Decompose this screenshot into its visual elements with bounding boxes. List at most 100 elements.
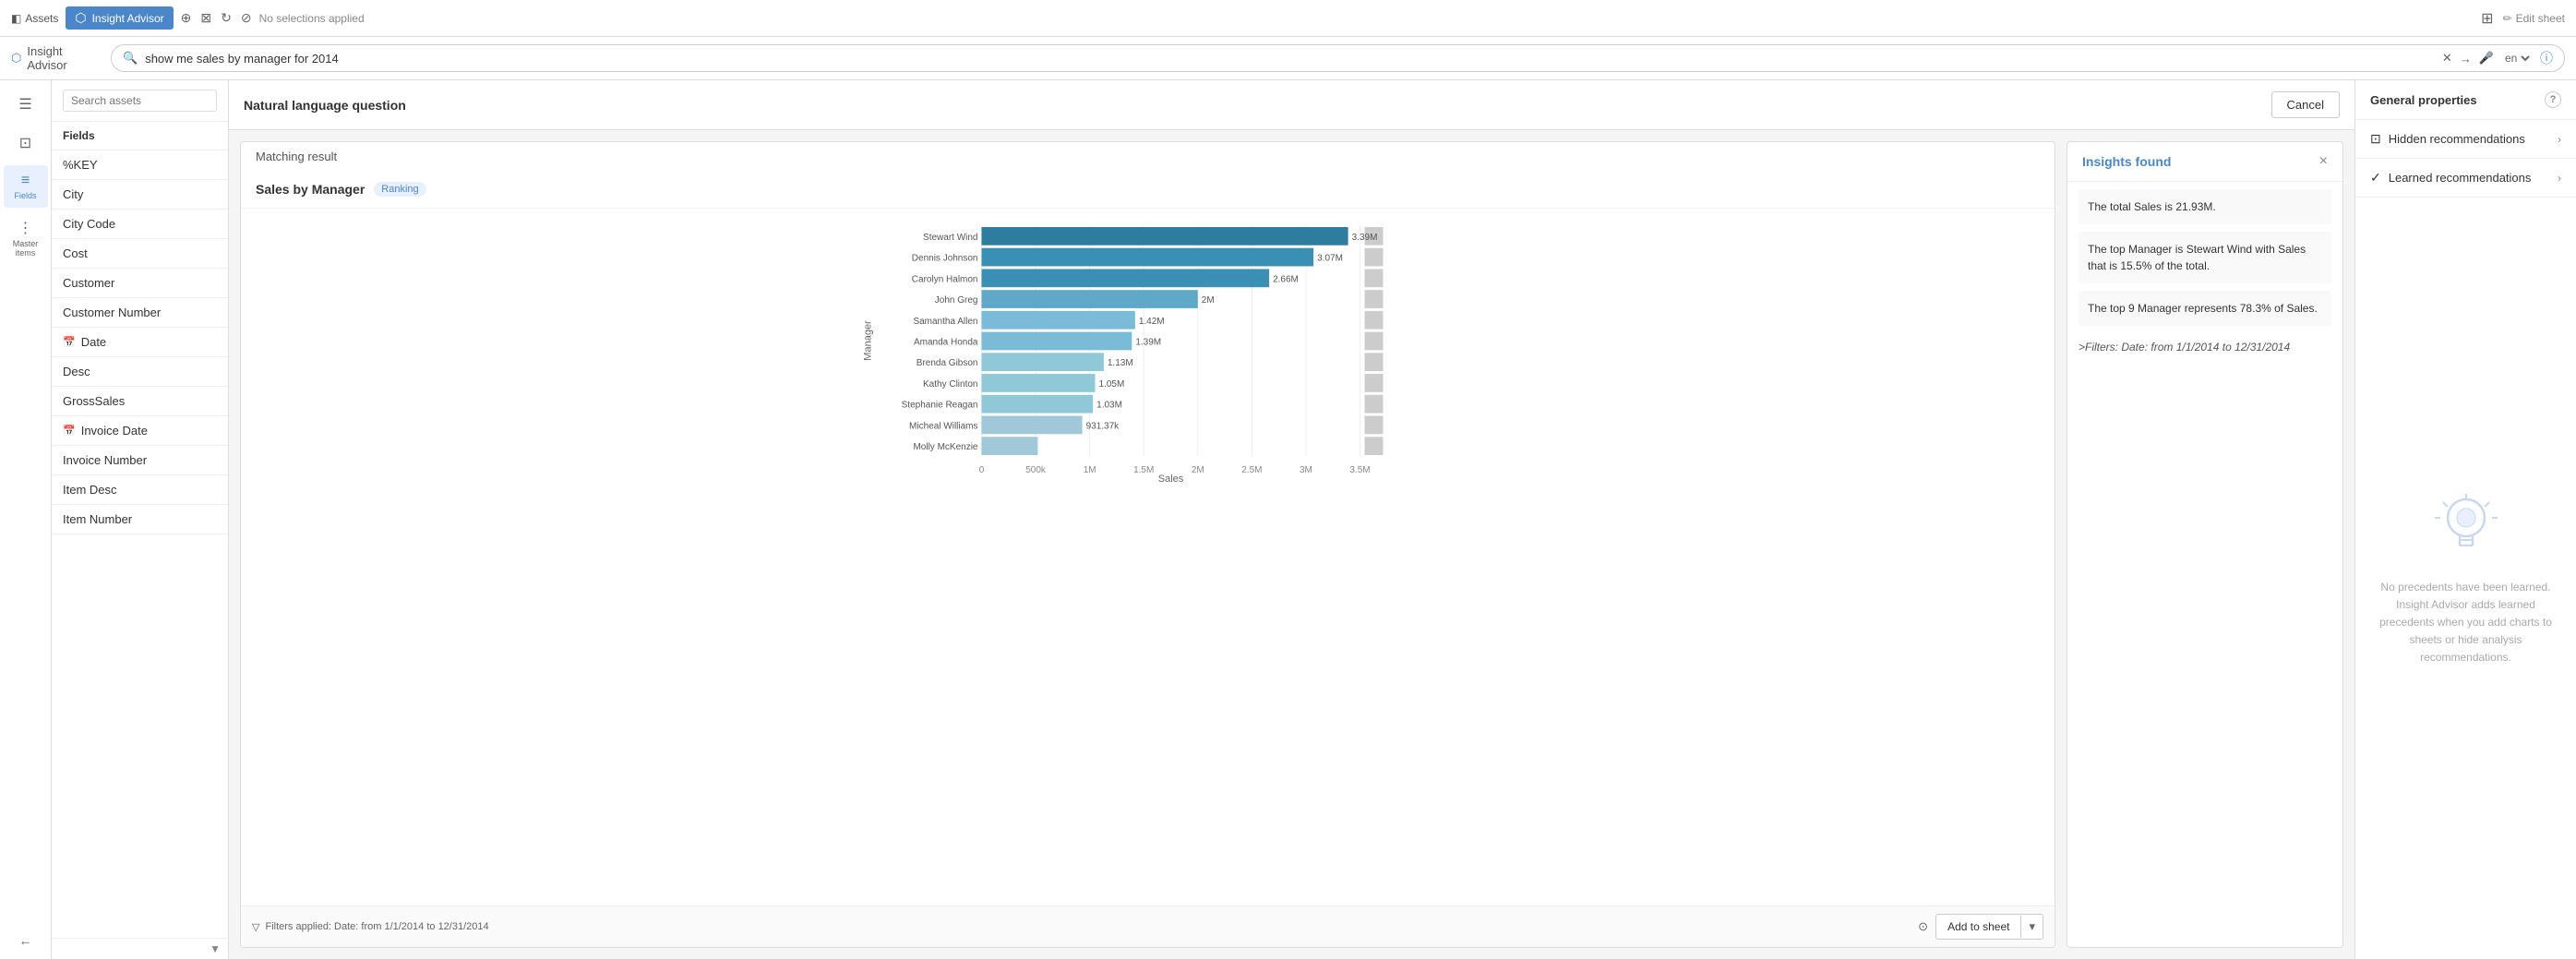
matching-result-label: Matching result xyxy=(241,142,2055,171)
grid-view-icon[interactable]: ⊞ xyxy=(2481,9,2493,28)
chart-title: Sales by Manager xyxy=(256,182,365,197)
collapse-sidebar-button[interactable]: ← xyxy=(19,933,32,959)
master-items-label: Master items xyxy=(7,239,44,258)
field-item-invoice-number[interactable]: Invoice Number xyxy=(52,446,228,475)
rotate-icon[interactable]: ↻ xyxy=(221,10,232,26)
field-item-city[interactable]: City xyxy=(52,180,228,210)
magnify-icon[interactable]: ⊕ xyxy=(181,10,192,26)
field-item-city-code[interactable]: City Code xyxy=(52,210,228,239)
field-item-customer[interactable]: Customer xyxy=(52,269,228,298)
panel-title-label: Insight Advisor xyxy=(27,44,103,72)
nlq-title: Natural language question xyxy=(244,98,406,113)
field-item-item-number[interactable]: Item Number xyxy=(52,505,228,534)
share-icon[interactable]: ⊙ xyxy=(1918,919,1928,934)
chart-actions: ⊙ Add to sheet ▾ xyxy=(1918,914,2043,940)
field-name: Date xyxy=(81,335,106,349)
field-item-desc[interactable]: Desc xyxy=(52,357,228,387)
field-item--key[interactable]: %KEY xyxy=(52,150,228,180)
arrow-icon[interactable]: → xyxy=(2460,52,2472,66)
left-sidebar: ☰ ⊡ ≡ Fields ⋮ Master items ← xyxy=(0,80,52,959)
svg-text:Brenda Gibson: Brenda Gibson xyxy=(917,358,978,368)
nlq-bar: Natural language question Cancel xyxy=(229,80,2354,130)
collapse-icon: ← xyxy=(19,933,32,948)
master-items-icon: ⋮ xyxy=(18,219,33,237)
field-item-cost[interactable]: Cost xyxy=(52,239,228,269)
field-item-item-desc[interactable]: Item Desc xyxy=(52,475,228,505)
general-properties-label: General properties xyxy=(2370,93,2477,107)
top-bar-icons: ⊕ ⊠ ↻ ⊘ xyxy=(181,10,252,26)
svg-text:Sales: Sales xyxy=(1158,474,1184,484)
svg-text:Stewart Wind: Stewart Wind xyxy=(923,233,977,243)
add-to-sheet-dropdown-icon[interactable]: ▾ xyxy=(2021,915,2043,939)
svg-text:Kathy Clinton: Kathy Clinton xyxy=(923,379,977,390)
lock-icon[interactable]: ⊘ xyxy=(241,10,252,26)
svg-text:1.03M: 1.03M xyxy=(1096,401,1122,411)
svg-text:3.5M: 3.5M xyxy=(1349,465,1370,475)
svg-text:Micheal Williams: Micheal Williams xyxy=(909,421,977,431)
right-panel-item-1[interactable]: ✓ Learned recommendations › xyxy=(2355,159,2576,198)
cancel-button[interactable]: Cancel xyxy=(2271,91,2340,118)
right-panel: General properties ? ⊡ Hidden recommenda… xyxy=(2354,80,2576,959)
fields-search-input[interactable] xyxy=(63,90,217,112)
clear-icon[interactable]: ✕ xyxy=(2442,51,2452,66)
master-items-button[interactable]: ⋮ Master items xyxy=(4,211,48,265)
insight-card-2: The top 9 Manager represents 78.3% of Sa… xyxy=(2079,291,2331,326)
panel-item-icon-1: ✓ xyxy=(2370,170,2381,186)
svg-text:Stephanie Reagan: Stephanie Reagan xyxy=(902,401,978,411)
info-icon[interactable]: ⓘ xyxy=(2540,49,2553,67)
help-icon[interactable]: ? xyxy=(2545,91,2561,108)
fields-title: Fields xyxy=(63,129,95,142)
field-name: Invoice Date xyxy=(81,424,148,438)
right-panel-items: ⊡ Hidden recommendations › ✓ Learned rec… xyxy=(2355,120,2576,198)
fields-button[interactable]: ≡ Fields xyxy=(4,165,48,208)
insights-header: Insights found × xyxy=(2067,142,2342,182)
fields-header: Fields xyxy=(52,122,228,150)
svg-text:2M: 2M xyxy=(1192,465,1204,475)
filter-icon: ▽ xyxy=(252,921,259,933)
search-input[interactable] xyxy=(145,52,2435,66)
field-name: Item Desc xyxy=(63,483,117,497)
assets-button[interactable]: ◧ Assets xyxy=(11,12,58,25)
expand-panel-button[interactable]: ⊡ xyxy=(4,126,48,162)
fields-panel: Fields %KEYCityCity Code Cost Customer Cust… xyxy=(52,80,229,959)
add-to-sheet-button[interactable]: Add to sheet ▾ xyxy=(1935,914,2043,940)
ranking-badge: Ranking xyxy=(374,182,425,197)
svg-text:1.42M: 1.42M xyxy=(1139,317,1165,327)
insight-advisor-label: Insight Advisor xyxy=(92,12,164,25)
field-name: Customer Number xyxy=(63,306,161,319)
filter-text: Filters applied: Date: from 1/1/2014 to … xyxy=(265,921,488,932)
insight-card-1: The top Manager is Stewart Wind with Sal… xyxy=(2079,232,2331,283)
toggle-panel-button[interactable]: ☰ xyxy=(4,88,48,123)
insights-close-button[interactable]: × xyxy=(2319,153,2328,170)
right-panel-header: General properties ? xyxy=(2355,80,2576,120)
svg-text:2M: 2M xyxy=(1202,295,1215,306)
svg-text:John Greg: John Greg xyxy=(935,295,978,306)
edit-sheet-button[interactable]: ✏ Edit sheet xyxy=(2503,12,2565,25)
chart-body: 0500k1M1.5M2M2.5M3M3.5MSalesManagerStewa… xyxy=(241,209,2055,905)
add-to-sheet-label[interactable]: Add to sheet xyxy=(1936,916,2021,938)
right-panel-item-0[interactable]: ⊡ Hidden recommendations › xyxy=(2355,120,2576,159)
field-item-date[interactable]: 📅Date xyxy=(52,328,228,357)
edit-sheet-label: Edit sheet xyxy=(2516,12,2565,25)
language-select[interactable]: en xyxy=(2501,51,2533,66)
field-name: Desc xyxy=(63,365,90,378)
field-item-invoice-date[interactable]: 📅Invoice Date xyxy=(52,416,228,446)
lightbulb-svg xyxy=(2429,490,2503,564)
fields-list: %KEYCityCity Code Cost Customer Customer Nu… xyxy=(52,150,228,938)
field-name: Cost xyxy=(63,246,88,260)
chart-header: Sales by Manager Ranking xyxy=(241,171,2055,209)
field-name: Customer xyxy=(63,276,114,290)
insight-advisor-tab[interactable]: ⬡ Insight Advisor xyxy=(66,6,173,30)
expand-icon: ⊡ xyxy=(19,134,31,152)
mic-icon[interactable]: 🎤 xyxy=(2479,51,2494,66)
svg-text:Carolyn Halmon: Carolyn Halmon xyxy=(912,274,978,284)
expand-icon[interactable]: ⊠ xyxy=(200,10,211,26)
bar-chart-svg: 0500k1M1.5M2M2.5M3M3.5MSalesManagerStewa… xyxy=(256,216,2040,484)
scroll-down-indicator[interactable]: ▼ xyxy=(210,942,221,955)
chevron-icon-1: › xyxy=(2558,172,2561,185)
field-item-grosssales[interactable]: GrossSales xyxy=(52,387,228,416)
field-item-customer-number[interactable]: Customer Number xyxy=(52,298,228,328)
svg-text:1.13M: 1.13M xyxy=(1108,358,1133,368)
search-magnify-icon: 🔍 xyxy=(123,51,138,66)
svg-text:931.37k: 931.37k xyxy=(1086,421,1120,431)
